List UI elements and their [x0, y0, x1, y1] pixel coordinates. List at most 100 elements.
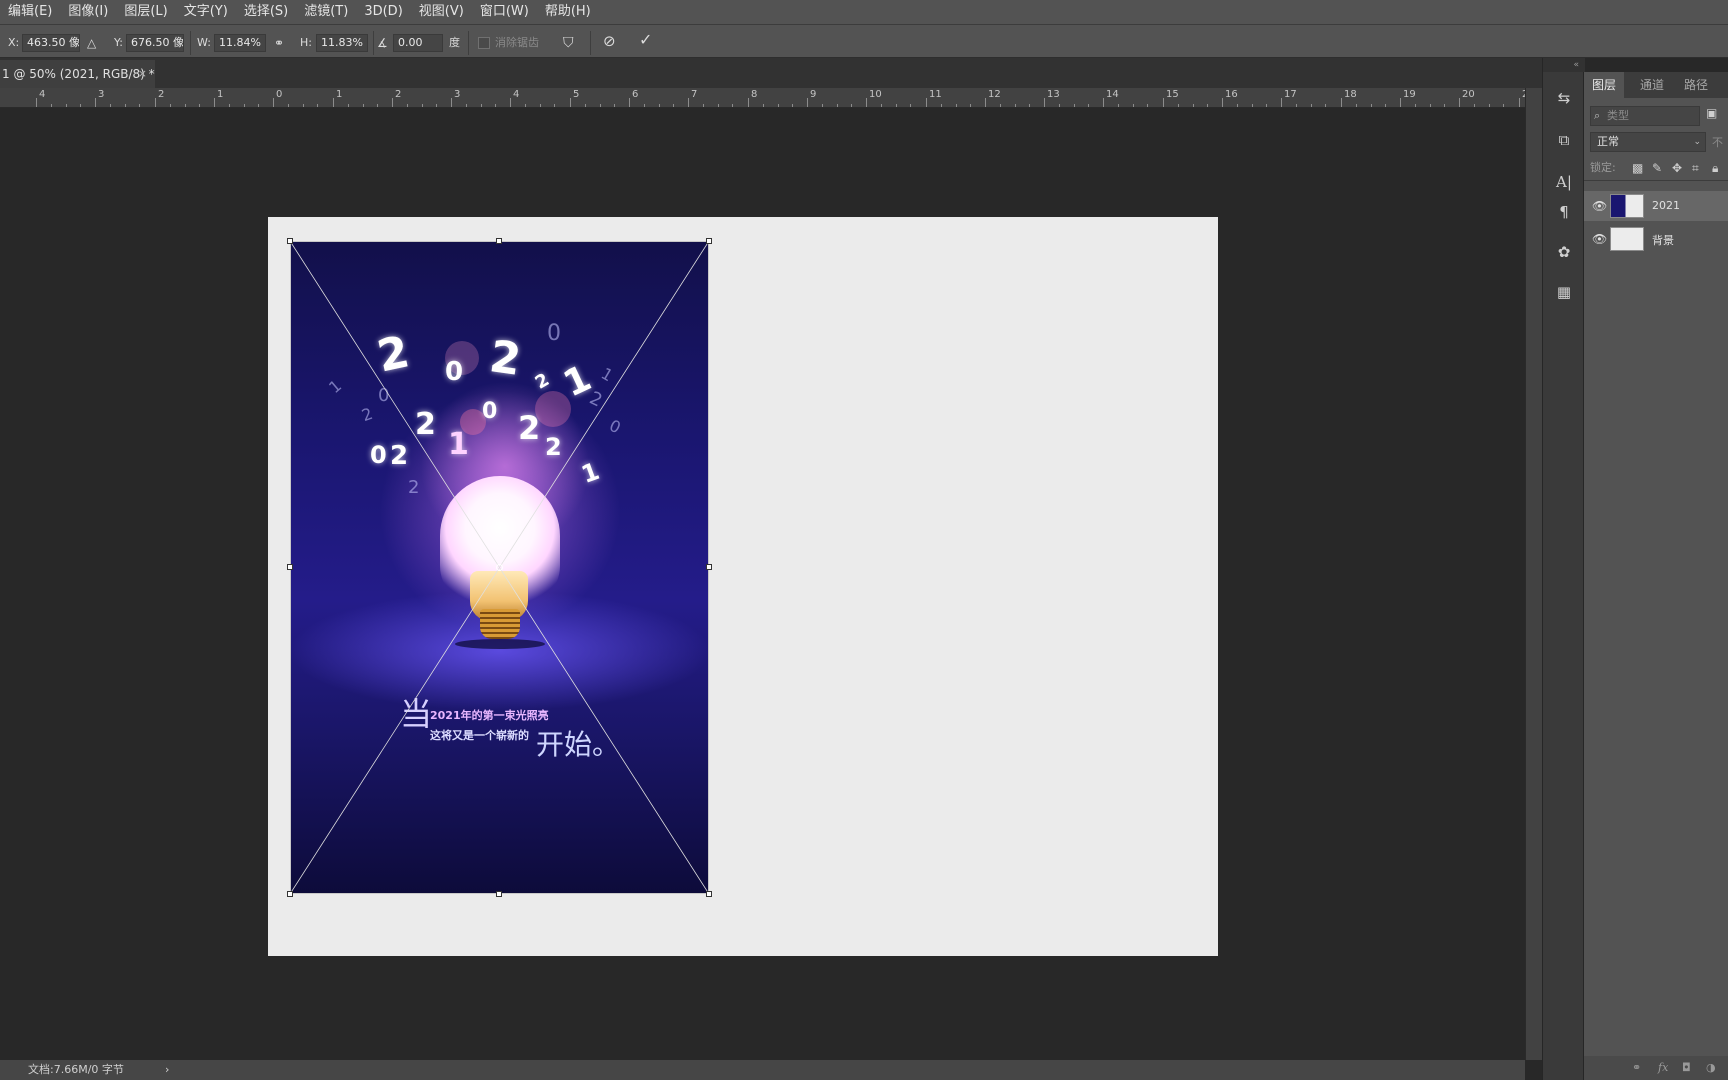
x-field[interactable]: 463.50 像素 — [22, 34, 80, 52]
warp-icon[interactable]: ⛉ — [563, 34, 574, 52]
layer-name[interactable]: 背景 — [1652, 232, 1674, 248]
document-canvas[interactable]: 2 0 2 1 2 0 2 0 2 1 2 0 2 1 0 2 1 2 0 2 … — [268, 217, 1218, 956]
tab-channels[interactable]: 通道 — [1632, 72, 1672, 98]
chevron-down-icon: ⌄ — [1693, 137, 1701, 147]
ruler-tick-label: 3 — [454, 89, 461, 100]
blend-mode-select[interactable]: 正常 ⌄ — [1590, 132, 1706, 152]
ruler-tick-label: 13 — [1047, 89, 1060, 100]
canvas-workspace[interactable]: 2 0 2 1 2 0 2 0 2 1 2 0 2 1 0 2 1 2 0 2 … — [0, 108, 1525, 1060]
antialias-checkbox[interactable] — [478, 37, 490, 49]
lock-label: 锁定: — [1590, 161, 1616, 174]
ruler-tick-label: 0 — [276, 89, 283, 100]
tab-paths[interactable]: 路径 — [1676, 72, 1716, 98]
layer-row-2021[interactable]: 👁︎ 2021 — [1584, 191, 1728, 221]
menu-layer[interactable]: 图层(L) — [116, 0, 175, 24]
transform-handle-top-right[interactable] — [706, 238, 712, 244]
transform-handle-left[interactable] — [287, 564, 293, 570]
ruler-tick — [1103, 98, 1104, 107]
lock-row: 锁定: ▩ ✎ ✥ ⌗ 🔒︎ — [1590, 158, 1728, 178]
vertical-ruler[interactable] — [1525, 88, 1542, 1060]
transform-handle-bottom[interactable] — [496, 891, 502, 897]
status-arrow-icon[interactable]: › — [165, 1060, 169, 1080]
image-filter-icon[interactable]: ▣ — [1706, 106, 1717, 120]
fx-icon[interactable]: fx — [1658, 1061, 1668, 1074]
transform-handle-top-left[interactable] — [287, 238, 293, 244]
ruler-tick-label: 15 — [1166, 89, 1179, 100]
menu-image[interactable]: 图像(I) — [60, 0, 116, 24]
lock-artboard-icon[interactable]: ⌗ — [1692, 158, 1699, 178]
separator — [190, 31, 191, 55]
ruler-tick — [807, 98, 808, 107]
transform-handle-top[interactable] — [496, 238, 502, 244]
w-field[interactable]: 11.84% — [214, 34, 266, 52]
eye-icon[interactable]: 👁︎ — [1592, 199, 1607, 213]
lock-position-icon[interactable]: ✥ — [1672, 158, 1682, 178]
ruler-tick — [1222, 98, 1223, 107]
ruler-tick-label: 8 — [751, 89, 758, 100]
layer-filter-placeholder: 类型 — [1607, 109, 1629, 122]
ruler-tick-label: 5 — [573, 89, 580, 100]
menu-type[interactable]: 文字(Y) — [176, 0, 236, 24]
ruler-tick — [1341, 98, 1342, 107]
transform-handle-bottom-right[interactable] — [706, 891, 712, 897]
collapse-arrows-icon[interactable]: « — [1543, 58, 1585, 72]
ruler-tick — [926, 98, 927, 107]
link-icon[interactable]: ⚭ — [274, 34, 284, 52]
ruler-tick-label: 2 — [395, 89, 402, 100]
lock-paint-icon[interactable]: ✎ — [1652, 158, 1662, 178]
properties-icon[interactable]: ⧉ — [1552, 128, 1576, 152]
y-field[interactable]: 676.50 像素 — [126, 34, 184, 52]
ruler-tick-label: 19 — [1403, 89, 1416, 100]
h-field[interactable]: 11.83% — [316, 34, 368, 52]
mask-icon[interactable]: ◘ — [1682, 1061, 1691, 1074]
grid-icon[interactable]: ▦ — [1552, 280, 1576, 304]
menu-help[interactable]: 帮助(H) — [537, 0, 599, 24]
menu-select[interactable]: 选择(S) — [236, 0, 296, 24]
ruler-tick — [866, 98, 867, 107]
document-tab[interactable]: 1 @ 50% (2021, RGB/8) * × — [0, 60, 155, 88]
link-layers-icon[interactable]: ⚭ — [1632, 1061, 1641, 1074]
paragraph-icon[interactable]: ¶ — [1552, 200, 1576, 224]
panel-tabs: 图层 通道 路径 — [1584, 72, 1728, 98]
ruler-tick — [95, 98, 96, 107]
ruler-tick-label: 3 — [98, 89, 105, 100]
menu-view[interactable]: 视图(V) — [411, 0, 472, 24]
menu-window[interactable]: 窗口(W) — [472, 0, 537, 24]
menu-edit[interactable]: 编辑(E) — [0, 0, 60, 24]
angle-unit: 度 — [449, 36, 460, 49]
ruler-tick — [1400, 98, 1401, 107]
transform-diagonals — [290, 241, 709, 894]
horizontal-ruler[interactable]: 43210123456789101112131415161718192021 — [0, 88, 1525, 108]
layer-name[interactable]: 2021 — [1652, 199, 1680, 212]
menu-filter[interactable]: 滤镜(T) — [296, 0, 356, 24]
character-icon[interactable]: A| — [1552, 170, 1576, 194]
lock-transparent-icon[interactable]: ▩ — [1632, 158, 1643, 178]
adjustment-icon[interactable]: ◑ — [1706, 1061, 1716, 1074]
tab-layers[interactable]: 图层 — [1584, 72, 1625, 98]
lock-all-icon[interactable]: 🔒︎ — [1712, 158, 1718, 178]
ruler-tick-label: 6 — [632, 89, 639, 100]
document-size-info[interactable]: 文档:7.66M/0 字节 — [28, 1060, 124, 1080]
angle-field[interactable]: 0.00 — [393, 34, 443, 52]
angle-icon: ∡ — [377, 36, 388, 50]
delta-icon[interactable]: △ — [87, 34, 96, 52]
ruler-tick — [333, 98, 334, 107]
cancel-icon[interactable]: ⊘ — [603, 32, 616, 50]
layer-row-background[interactable]: 👁︎ 背景 — [1584, 224, 1728, 254]
ruler-tick-label: 20 — [1462, 89, 1475, 100]
ruler-tick — [214, 98, 215, 107]
eye-icon[interactable]: 👁︎ — [1592, 232, 1607, 246]
ruler-tick-label: 1 — [336, 89, 343, 100]
layers-panel: 图层 通道 路径 ⌕ 类型 ▣ 正常 ⌄ 不 锁定: ▩ ✎ ✥ ⌗ 🔒︎ 👁︎… — [1584, 72, 1728, 1080]
transform-handle-right[interactable] — [706, 564, 712, 570]
ruler-tick-label: 10 — [869, 89, 882, 100]
transform-handle-bottom-left[interactable] — [287, 891, 293, 897]
layer-filter-input[interactable]: ⌕ 类型 — [1590, 106, 1700, 126]
history-icon[interactable]: ⇆ — [1552, 86, 1576, 110]
menu-bar: 编辑(E) 图像(I) 图层(L) 文字(Y) 选择(S) 滤镜(T) 3D(D… — [0, 0, 1728, 24]
commit-check-icon[interactable]: ✓ — [639, 31, 652, 49]
color-palette-icon[interactable]: ✿ — [1552, 240, 1576, 264]
menu-3d[interactable]: 3D(D) — [356, 0, 410, 24]
close-icon[interactable]: × — [138, 60, 147, 88]
ruler-tick-label: 14 — [1106, 89, 1119, 100]
